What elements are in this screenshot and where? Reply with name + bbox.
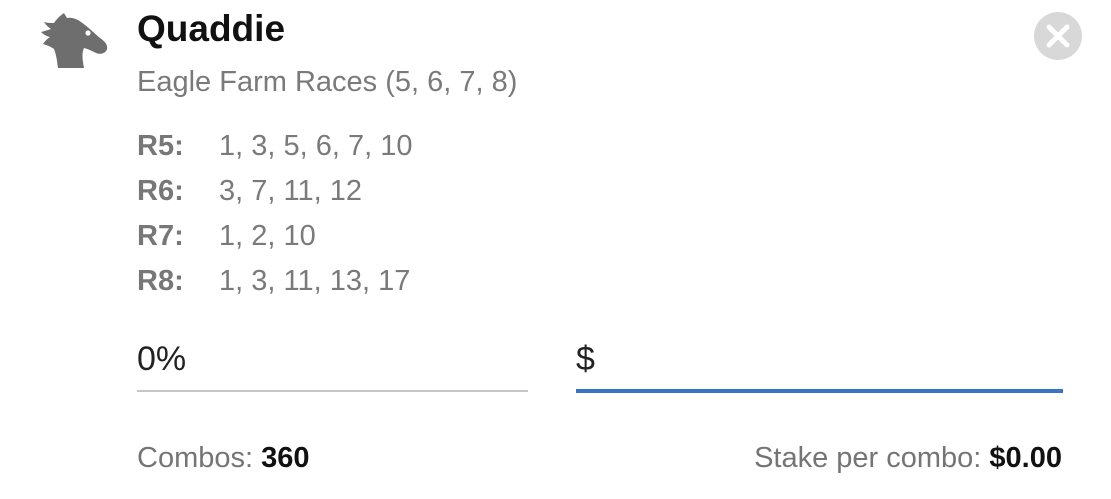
combos-label: Combos:: [137, 442, 254, 474]
stake-per-combo-summary: Stake per combo: $0.00: [754, 440, 1062, 476]
race-label: R7:: [137, 220, 184, 252]
close-button[interactable]: [1034, 12, 1082, 60]
horse-head-icon: [38, 12, 110, 70]
runner-numbers: 1, 3, 11, 13, 17: [219, 265, 411, 297]
race-label: R6:: [137, 175, 184, 207]
runner-numbers: 1, 3, 5, 6, 7, 10: [219, 130, 413, 162]
combos-summary: Combos: 360: [137, 440, 310, 476]
stake-currency-prefix: $: [576, 340, 595, 378]
selection-row: R6: 3, 7, 11, 12: [137, 171, 412, 216]
bet-type-title: Quaddie: [137, 8, 286, 49]
selection-row: R7: 1, 2, 10: [137, 216, 412, 261]
percentage-value: 0%: [137, 340, 187, 378]
stake-per-combo-label: Stake per combo:: [754, 442, 982, 474]
meeting-subtitle: Eagle Farm Races (5, 6, 7, 8): [137, 66, 518, 98]
selection-row: R8: 1, 3, 11, 13, 17: [137, 261, 412, 306]
race-label: R5:: [137, 130, 184, 162]
runner-numbers: 3, 7, 11, 12: [219, 175, 362, 207]
runner-numbers: 1, 2, 10: [219, 220, 316, 252]
combos-value: 360: [261, 442, 310, 474]
selection-row: R5: 1, 3, 5, 6, 7, 10: [137, 126, 412, 171]
stake-input[interactable]: $: [576, 330, 1063, 393]
close-icon: [1046, 24, 1070, 48]
stake-per-combo-value: $0.00: [989, 442, 1062, 474]
race-label: R8:: [137, 265, 184, 297]
selections-list: R5: 1, 3, 5, 6, 7, 10 R6: 3, 7, 11, 12 R7:…: [137, 126, 412, 306]
percentage-input[interactable]: 0%: [137, 330, 528, 392]
